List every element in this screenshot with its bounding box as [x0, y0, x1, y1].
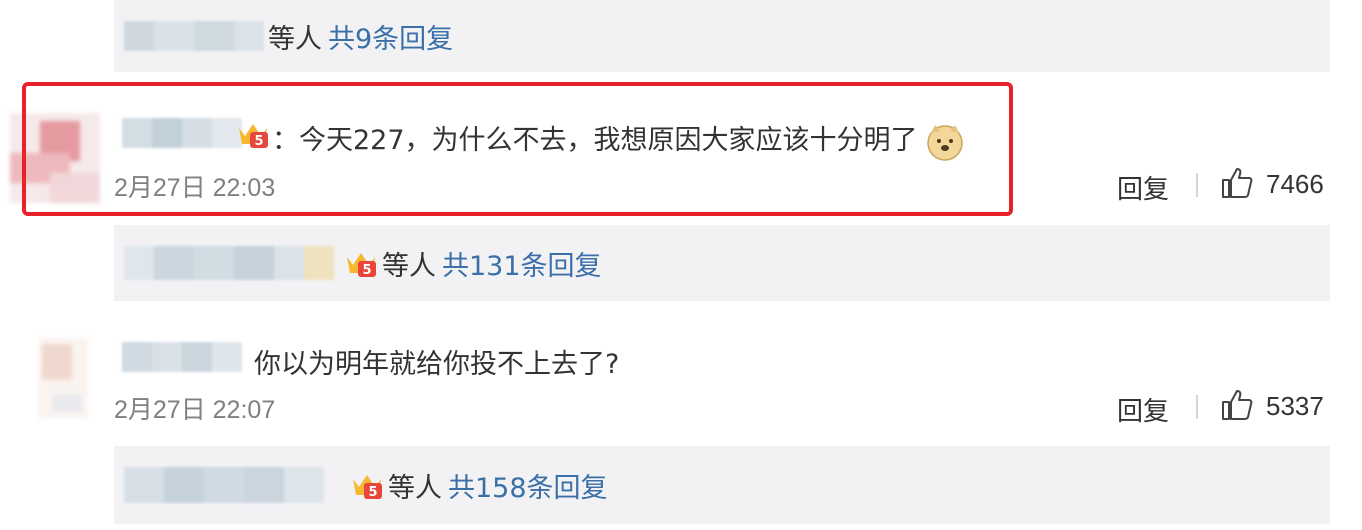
divider	[1196, 395, 1198, 419]
vip-crown-icon: 5	[353, 475, 382, 500]
highlight-box	[22, 82, 1013, 216]
svg-text:5: 5	[368, 485, 377, 500]
reply-summary-bar[interactable]: 5 等人 共158条回复	[114, 446, 1330, 524]
like-count: 7466	[1266, 169, 1324, 199]
like-count: 5337	[1266, 391, 1324, 421]
divider	[1196, 173, 1198, 197]
svg-text:5: 5	[362, 263, 371, 278]
comment-item: 你以为明年就给你投不上去了? 2月27日 22:07 回复 5337	[0, 318, 1362, 436]
comment-text: 你以为明年就给你投不上去了?	[254, 349, 620, 380]
reply-others-label: 等人	[268, 23, 322, 55]
blurred-usernames	[124, 21, 264, 51]
reply-others-label: 等人	[388, 472, 442, 504]
reply-others-label: 等人	[382, 250, 436, 282]
thumbs-up-icon[interactable]	[1220, 166, 1254, 200]
avatar[interactable]	[38, 338, 88, 418]
blurred-username[interactable]	[122, 342, 242, 372]
thumbs-up-icon[interactable]	[1220, 388, 1254, 422]
reply-summary-bar[interactable]: 等人 共9条回复	[114, 0, 1330, 72]
blurred-usernames	[124, 246, 334, 280]
reply-button[interactable]: 回复	[1117, 169, 1169, 206]
vip-crown-icon: 5	[347, 253, 376, 278]
reply-button[interactable]: 回复	[1117, 391, 1169, 428]
reply-summary-bar[interactable]: 5 等人 共131条回复	[114, 225, 1330, 301]
blurred-usernames	[124, 467, 324, 503]
view-replies-link[interactable]: 共158条回复	[448, 466, 608, 505]
view-replies-link[interactable]: 共131条回复	[442, 244, 602, 283]
comment-timestamp: 2月27日 22:07	[114, 396, 276, 424]
view-replies-link[interactable]: 共9条回复	[328, 17, 453, 56]
